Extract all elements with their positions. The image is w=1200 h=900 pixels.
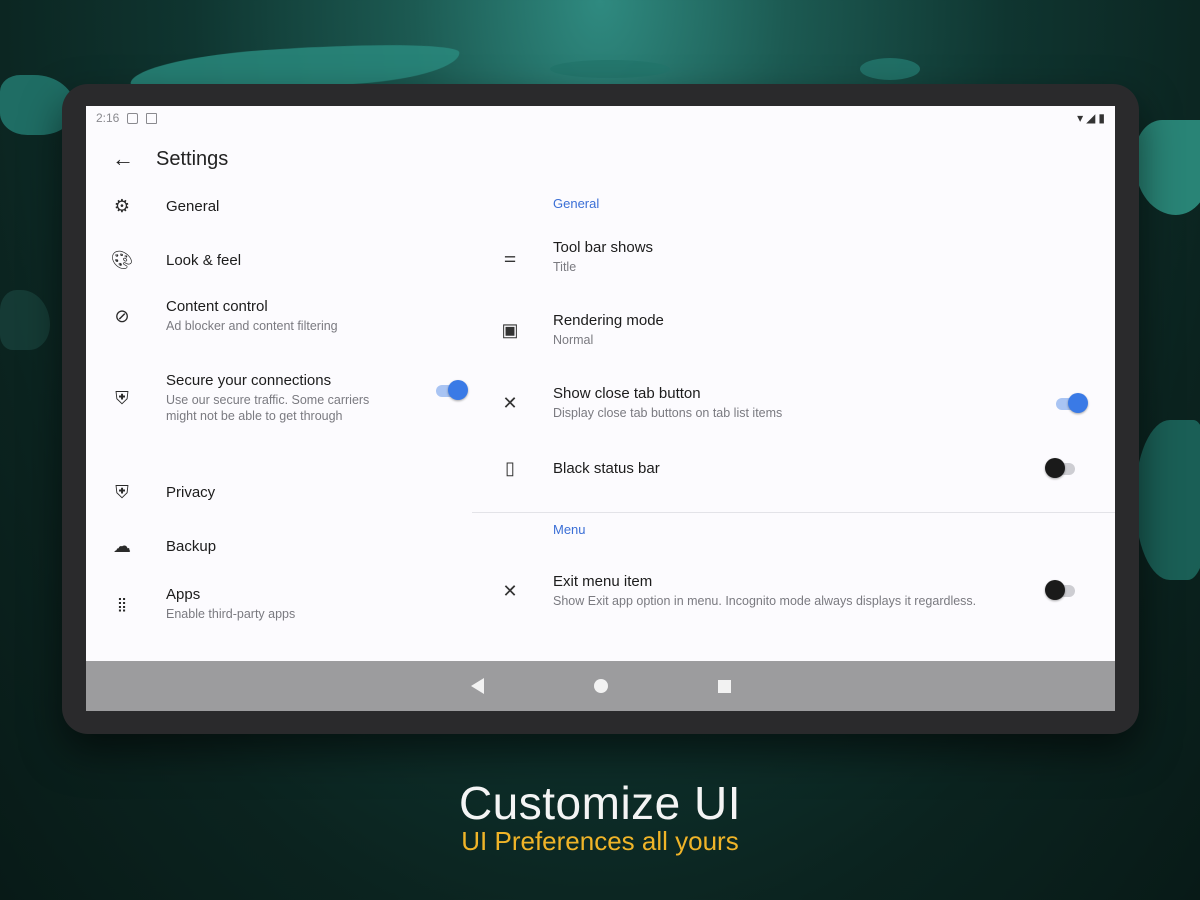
map-landmass (860, 58, 920, 80)
status-bar: 2:16 ▾ ◢ ▮ (86, 106, 1115, 130)
nav-item-subtitle: Enable third-party apps (166, 607, 296, 621)
app-bar: ← Settings (86, 130, 1115, 188)
nav-item-privacy[interactable]: ⛨ Privacy (86, 474, 495, 510)
pref-exit-menu-item[interactable]: ✕ Exit menu item Show Exit app option in… (472, 560, 1115, 622)
section-header-general: General (553, 196, 600, 211)
nav-recents-icon[interactable] (717, 679, 731, 693)
page-title: Settings (156, 147, 229, 170)
nav-item-label: Apps (166, 586, 201, 603)
pref-title: Rendering mode (553, 312, 664, 329)
rendering-icon: ▣ (501, 319, 519, 340)
shield-icon: ⛨ (115, 481, 129, 502)
nav-item-label: Backup (166, 537, 217, 555)
caption-subtitle: UI Preferences all yours (461, 826, 739, 856)
pref-black-status-bar[interactable]: ▯ Black status bar (472, 450, 1115, 486)
battery-icon: ▮ (1098, 111, 1105, 125)
apps-grid-icon: ⣿ (116, 595, 128, 612)
secure-connections-toggle[interactable] (434, 380, 468, 400)
nav-item-subtitle: Use our secure traffic. Some carriers mi… (166, 393, 370, 423)
pref-title: Show close tab button (553, 385, 701, 402)
black-status-bar-toggle[interactable] (1045, 458, 1079, 478)
notification-icon (146, 112, 158, 124)
status-time: 2:16 (96, 111, 120, 125)
cloud-upload-icon: ☁ (113, 535, 131, 556)
nav-item-label: General (166, 197, 220, 215)
system-nav-bar (86, 661, 1115, 711)
map-landmass (550, 60, 670, 78)
nav-item-backup[interactable]: ☁ Backup (86, 528, 495, 564)
nav-back-icon[interactable] (470, 678, 484, 694)
device-screen: 2:16 ▾ ◢ ▮ ← Settings ⚙ General 🎨︎ Look … (86, 106, 1115, 711)
pref-subtitle: Show Exit app option in menu. Incognito … (553, 594, 977, 608)
palette-icon: 🎨︎ (110, 249, 134, 270)
nav-item-label: Secure your connections (166, 372, 332, 389)
block-icon: ⊘ (114, 305, 130, 326)
nav-item-look-feel[interactable]: 🎨︎ Look & feel (86, 242, 495, 278)
short-text-icon: ⚌ (503, 248, 517, 265)
nav-item-subtitle: Ad blocker and content filtering (166, 319, 338, 333)
phone-icon: ▯ (505, 457, 515, 478)
nav-item-secure-connections[interactable]: ⛨ Secure your connections Use our secure… (86, 366, 495, 430)
signal-icon: ◢ (1086, 111, 1096, 125)
nav-item-label: Look & feel (166, 251, 242, 269)
map-landmass (1135, 420, 1200, 580)
nav-item-content-control[interactable]: ⊘ Content control Ad blocker and content… (86, 293, 495, 339)
map-landmass (0, 290, 50, 350)
pref-toolbar-shows[interactable]: ⚌ Tool bar shows Title (472, 234, 1115, 280)
map-landmass (1135, 120, 1200, 215)
close-icon: ✕ (502, 392, 518, 413)
notification-icon (127, 112, 139, 124)
section-header-menu: Menu (553, 522, 586, 537)
nav-item-apps[interactable]: ⣿ Apps Enable third-party apps (86, 581, 495, 627)
nav-home-icon[interactable] (593, 679, 608, 693)
shield-icon: ⛨ (115, 387, 129, 408)
show-close-tab-toggle[interactable] (1054, 393, 1088, 413)
gear-icon: ⚙ (113, 195, 131, 216)
pref-title: Exit menu item (553, 573, 653, 590)
tablet-frame: 2:16 ▾ ◢ ▮ ← Settings ⚙ General 🎨︎ Look … (62, 84, 1139, 734)
pref-title: Tool bar shows (553, 239, 654, 256)
nav-item-label: Privacy (166, 483, 216, 501)
pref-title: Black status bar (553, 459, 660, 477)
pref-show-close-tab[interactable]: ✕ Show close tab button Display close ta… (472, 380, 1115, 426)
pref-subtitle: Title (553, 260, 577, 274)
back-arrow-icon[interactable]: ← (112, 146, 140, 172)
section-divider (472, 512, 1115, 513)
pref-rendering-mode[interactable]: ▣ Rendering mode Normal (472, 307, 1115, 353)
wifi-icon: ▾ (1077, 111, 1084, 125)
caption-title: Customize UI (458, 777, 742, 829)
close-icon: ✕ (502, 580, 518, 601)
pref-subtitle: Display close tab buttons on tab list it… (553, 406, 783, 420)
nav-item-label: Content control (166, 298, 268, 315)
pref-subtitle: Normal (553, 333, 594, 347)
exit-menu-item-toggle[interactable] (1045, 580, 1079, 600)
nav-item-general[interactable]: ⚙ General (86, 188, 495, 224)
